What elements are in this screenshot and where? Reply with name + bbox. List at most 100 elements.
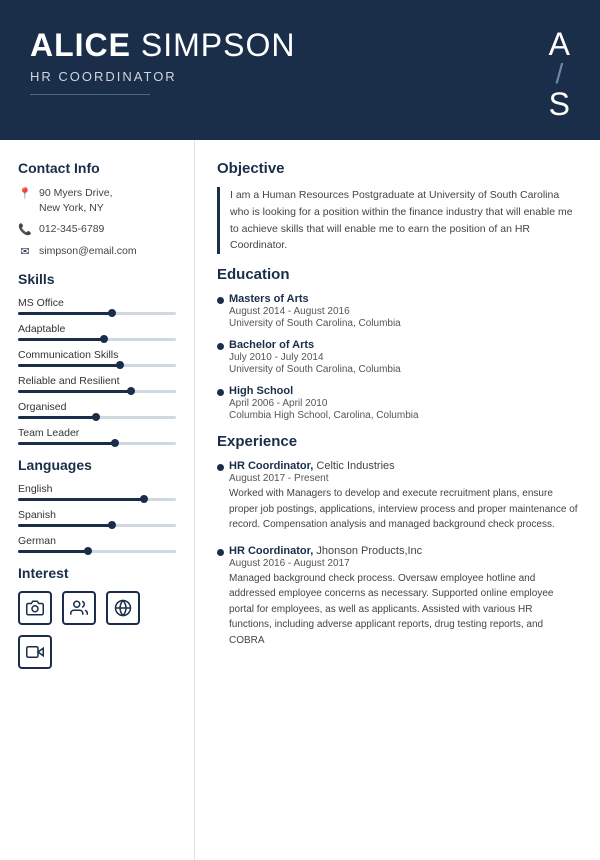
experience-item: HR Coordinator, Celtic Industries August… — [217, 460, 578, 533]
education-section: Education Masters of Arts August 2014 - … — [217, 266, 578, 421]
degree: Bachelor of Arts — [229, 339, 578, 351]
edu-date: July 2010 - July 2014 — [229, 352, 578, 363]
edu-institution: Columbia High School, Carolina, Columbia — [229, 410, 578, 421]
exp-company: Celtic Industries — [316, 460, 394, 472]
skill-dot — [116, 361, 124, 369]
camera-icon — [18, 591, 52, 625]
header-left: ALICE SIMPSON HR COORDINATOR — [30, 28, 295, 95]
language-item: German — [18, 535, 176, 553]
skill-bar — [18, 390, 176, 393]
slash-icon: / — [555, 60, 563, 88]
degree: High School — [229, 385, 578, 397]
skill-bar — [18, 338, 176, 341]
skill-fill — [18, 364, 121, 367]
education-item: High School April 2006 - April 2010 Colu… — [217, 385, 578, 421]
skill-item: Reliable and Resilient — [18, 375, 176, 393]
job-title: HR COORDINATOR — [30, 69, 295, 84]
contact-phone: 📞 012-345-6789 — [18, 222, 176, 237]
contact-section: Contact Info 📍 90 Myers Drive,New York, … — [18, 160, 176, 259]
skill-dot — [100, 335, 108, 343]
address-text: 90 Myers Drive,New York, NY — [39, 186, 113, 215]
education-item: Masters of Arts August 2014 - August 201… — [217, 293, 578, 329]
last-name: SIMPSON — [141, 27, 296, 63]
lang-fill — [18, 550, 89, 553]
interest-section: Interest — [18, 565, 176, 669]
skill-label: MS Office — [18, 297, 176, 309]
skill-bar — [18, 364, 176, 367]
skill-dot — [92, 413, 100, 421]
email-icon: ✉ — [18, 245, 32, 258]
skill-fill — [18, 312, 113, 315]
sidebar: Contact Info 📍 90 Myers Drive,New York, … — [0, 140, 195, 860]
lang-bar — [18, 498, 176, 501]
education-title: Education — [217, 266, 578, 285]
monogram: A / S — [549, 28, 570, 120]
skill-fill — [18, 442, 116, 445]
lang-label: Spanish — [18, 509, 176, 521]
skill-label: Adaptable — [18, 323, 176, 335]
interest-icons — [18, 591, 176, 669]
skill-item: MS Office — [18, 297, 176, 315]
edu-institution: University of South Carolina, Columbia — [229, 364, 578, 375]
objective-section: Objective I am a Human Resources Postgra… — [217, 160, 578, 254]
people-icon — [62, 591, 96, 625]
skill-fill — [18, 416, 97, 419]
skill-dot — [111, 439, 119, 447]
contact-address: 📍 90 Myers Drive,New York, NY — [18, 186, 176, 215]
skill-bar — [18, 442, 176, 445]
exp-description: Worked with Managers to develop and exec… — [229, 486, 578, 533]
degree: Masters of Arts — [229, 293, 578, 305]
header-name: ALICE SIMPSON — [30, 28, 295, 63]
lang-dot — [84, 547, 92, 555]
exp-title: HR Coordinator, Jhonson Products,Inc — [229, 545, 578, 557]
monogram-a: A — [549, 28, 570, 60]
lang-dot — [108, 521, 116, 529]
skill-bar — [18, 312, 176, 315]
skills-section: Skills MS Office Adaptable Communication… — [18, 271, 176, 445]
exp-company: Jhonson Products,Inc — [316, 545, 422, 557]
experience-section: Experience HR Coordinator, Celtic Indust… — [217, 433, 578, 648]
contact-email: ✉ simpson@email.com — [18, 244, 176, 259]
lang-fill — [18, 498, 144, 501]
lang-fill — [18, 524, 113, 527]
experience-item: HR Coordinator, Jhonson Products,Inc Aug… — [217, 545, 578, 649]
header-divider — [30, 94, 150, 95]
main-content: Objective I am a Human Resources Postgra… — [195, 140, 600, 860]
language-item: Spanish — [18, 509, 176, 527]
skill-item: Team Leader — [18, 427, 176, 445]
contact-title: Contact Info — [18, 160, 176, 176]
skill-dot — [108, 309, 116, 317]
lang-bar — [18, 550, 176, 553]
skill-label: Reliable and Resilient — [18, 375, 176, 387]
education-item: Bachelor of Arts July 2010 - July 2014 U… — [217, 339, 578, 375]
edu-date: August 2014 - August 2016 — [229, 306, 578, 317]
skill-item: Communication Skills — [18, 349, 176, 367]
language-item: English — [18, 483, 176, 501]
header: ALICE SIMPSON HR COORDINATOR A / S — [0, 0, 600, 140]
skill-fill — [18, 338, 105, 341]
objective-text: I am a Human Resources Postgraduate at U… — [217, 187, 578, 254]
monogram-s: S — [549, 88, 570, 120]
phone-icon: 📞 — [18, 223, 32, 236]
edu-date: April 2006 - April 2010 — [229, 398, 578, 409]
lang-dot — [140, 495, 148, 503]
location-icon: 📍 — [18, 187, 32, 200]
edu-institution: University of South Carolina, Columbia — [229, 318, 578, 329]
skills-title: Skills — [18, 271, 176, 287]
globe-icon — [106, 591, 140, 625]
skill-bar — [18, 416, 176, 419]
skill-fill — [18, 390, 132, 393]
lang-label: German — [18, 535, 176, 547]
skill-item: Adaptable — [18, 323, 176, 341]
lang-bar — [18, 524, 176, 527]
skill-label: Communication Skills — [18, 349, 176, 361]
phone-text: 012-345-6789 — [39, 222, 104, 237]
skill-dot — [127, 387, 135, 395]
email-text: simpson@email.com — [39, 244, 137, 259]
languages-title: Languages — [18, 457, 176, 473]
exp-date: August 2016 - August 2017 — [229, 558, 578, 569]
exp-title: HR Coordinator, Celtic Industries — [229, 460, 578, 472]
lang-label: English — [18, 483, 176, 495]
interest-title: Interest — [18, 565, 176, 581]
main-layout: Contact Info 📍 90 Myers Drive,New York, … — [0, 140, 600, 860]
